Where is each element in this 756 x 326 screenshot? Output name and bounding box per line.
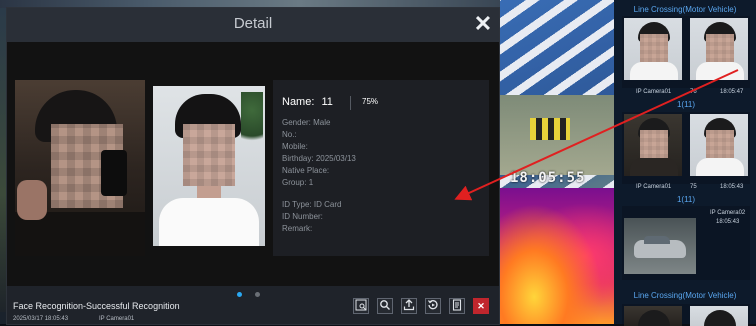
face-thumbnail	[690, 114, 748, 176]
live-video-tile[interactable]: 18:05:55	[500, 0, 614, 324]
name-value: 11	[321, 96, 333, 108]
face-thumbnail	[690, 306, 748, 326]
search-icon[interactable]	[377, 298, 393, 314]
card-camera: IP Camera01	[636, 184, 672, 190]
field-remark: Remark:	[282, 224, 313, 233]
sidebar-header: Line Crossing(Motor Vehicle)	[633, 5, 737, 14]
event-sidebar: Line Crossing(Motor Vehicle) IP Camera01…	[614, 0, 756, 326]
export-icon[interactable]	[401, 298, 417, 314]
dialog-header: Detail ✕	[7, 8, 499, 42]
snapshot-image	[15, 80, 145, 256]
detail-dialog: Detail ✕ Name: 11 75% Gender: Male No.: …	[6, 7, 500, 325]
barrier-scene	[530, 118, 570, 140]
event-card[interactable]: IP Camera01 76 18:05:47	[622, 16, 750, 95]
face-thumbnail	[690, 18, 748, 80]
card-index: 76	[690, 89, 697, 95]
playback-icon[interactable]	[425, 298, 441, 314]
page-dot-active[interactable]	[237, 292, 242, 297]
field-native-place: Native Place:	[282, 166, 330, 175]
divider	[350, 96, 351, 110]
video-clock: 18:05:55	[510, 170, 586, 186]
event-camera: IP Camera01	[99, 316, 135, 322]
card-camera: IP Camera01	[636, 89, 672, 95]
sidebar-header: Line Crossing(Motor Vehicle)	[633, 291, 737, 300]
card-time: 18:05:43	[720, 184, 744, 190]
card-time: 18:05:47	[720, 89, 744, 95]
card-index: 75	[690, 184, 697, 190]
image-search-icon[interactable]	[353, 298, 369, 314]
card-count: 1(11)	[676, 100, 696, 109]
document-icon[interactable]	[449, 298, 465, 314]
close-icon[interactable]: ✕	[473, 298, 489, 314]
dialog-body: Name: 11 75% Gender: Male No.: Mobile: B…	[7, 42, 499, 286]
field-mobile: Mobile:	[282, 142, 308, 151]
field-birthday: Birthday: 2025/03/13	[282, 154, 356, 163]
close-icon[interactable]: ✕	[471, 11, 495, 37]
card-count: 1(11)	[676, 195, 696, 204]
event-card[interactable]: IP Camera01 75 18:05:43	[622, 112, 750, 190]
vehicle-thumbnail	[624, 218, 696, 274]
card-time: 18:05:43	[716, 219, 740, 225]
event-time: 2025/03/17 18:05:43	[13, 316, 69, 322]
page-dot[interactable]	[255, 292, 260, 297]
event-title: Face Recognition-Successful Recognition	[13, 301, 180, 311]
dialog-footer: Face Recognition-Successful Recognition …	[7, 286, 499, 324]
name-row: Name: 11 75%	[282, 96, 378, 114]
field-id-type: ID Type: ID Card	[282, 200, 342, 209]
reference-face-image	[153, 86, 265, 246]
field-number: No.:	[282, 130, 297, 139]
dialog-title: Detail	[233, 15, 273, 32]
similarity-score: 75%	[362, 97, 379, 106]
thermal-scene	[500, 188, 614, 324]
person-info-panel: Name: 11 75% Gender: Male No.: Mobile: B…	[273, 80, 489, 256]
face-thumbnail	[624, 18, 682, 80]
face-thumbnail	[624, 306, 682, 326]
face-thumbnail	[624, 114, 682, 176]
field-group: Group: 1	[282, 178, 314, 187]
name-label: Name:	[282, 96, 315, 108]
event-card[interactable]	[622, 304, 750, 326]
card-camera: IP Camera02	[710, 210, 746, 216]
field-id-number: ID Number:	[282, 212, 323, 221]
field-gender: Gender: Male	[282, 118, 331, 127]
event-card[interactable]: IP Camera02 18:05:43	[622, 206, 750, 280]
